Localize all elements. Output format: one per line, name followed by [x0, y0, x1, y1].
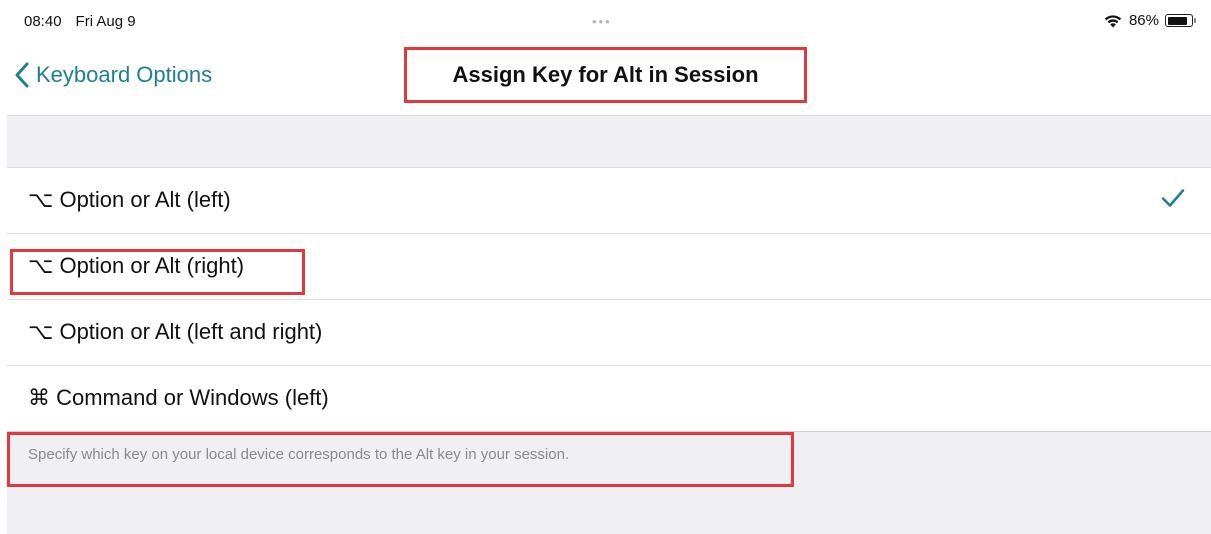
status-bar: 08:40 Fri Aug 9 ••• 86% — [0, 0, 1211, 44]
option-label: ⌥ Option or Alt (right) — [28, 253, 245, 278]
status-date: Fri Aug 9 — [75, 13, 136, 30]
option-list: ⌥ Option or Alt (left) ⌥ Option or Alt (… — [7, 168, 1211, 432]
back-button-label: Keyboard Options — [36, 62, 213, 87]
back-button[interactable]: Keyboard Options — [14, 62, 212, 88]
multitasking-dots[interactable]: ••• — [592, 14, 612, 29]
option-label: ⌥ Option or Alt (left) — [28, 187, 231, 212]
section-header — [7, 115, 1211, 168]
status-right: 86% — [1103, 12, 1196, 29]
battery-icon — [1165, 14, 1196, 27]
status-time: 08:40 — [24, 13, 62, 30]
option-row-command-left[interactable]: ⌘ Command or Windows (left) — [7, 366, 1211, 432]
option-label: ⌘ Command or Windows (left) — [28, 385, 329, 410]
option-row-alt-right[interactable]: ⌥ Option or Alt (right) — [7, 234, 1211, 300]
footer-note: Specify which key on your local device c… — [7, 432, 794, 487]
option-label: ⌥ Option or Alt (left and right) — [28, 319, 323, 344]
battery-fill — [1167, 16, 1188, 25]
wifi-icon — [1103, 13, 1123, 28]
page-title: Assign Key for Alt in Session — [404, 47, 807, 103]
screen: 08:40 Fri Aug 9 ••• 86% Keyboard Options… — [0, 0, 1211, 534]
chevron-left-icon — [14, 62, 30, 88]
checkmark-icon — [1161, 188, 1185, 208]
option-row-alt-left[interactable]: ⌥ Option or Alt (left) — [7, 168, 1211, 234]
battery-percent: 86% — [1128, 12, 1159, 29]
section-footer: Specify which key on your local device c… — [7, 432, 1211, 534]
navigation-bar: Keyboard Options Assign Key for Alt in S… — [0, 44, 1211, 114]
option-row-alt-left-and-right[interactable]: ⌥ Option or Alt (left and right) — [7, 300, 1211, 366]
status-left: 08:40 Fri Aug 9 — [24, 13, 136, 30]
